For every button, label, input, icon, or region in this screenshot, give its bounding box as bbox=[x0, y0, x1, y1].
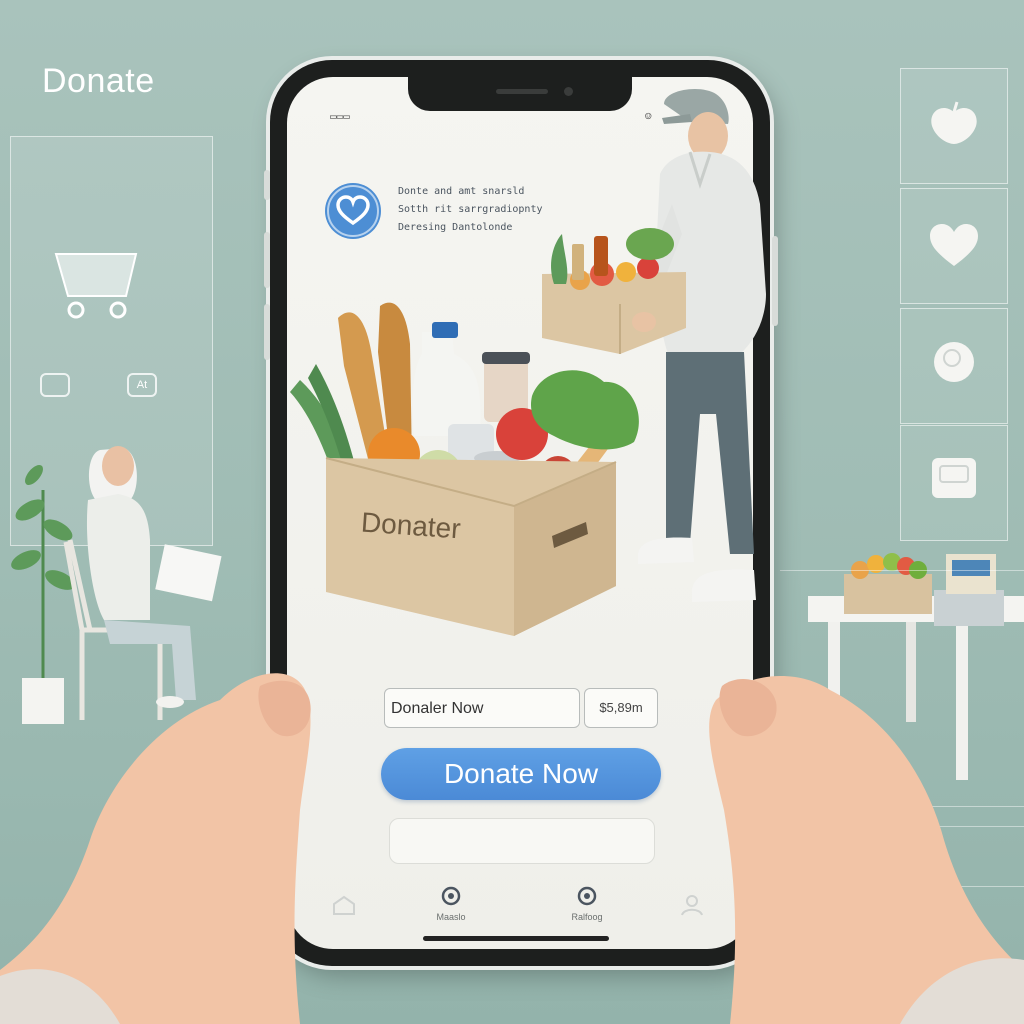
ring-icon[interactable] bbox=[576, 885, 598, 907]
blurb-line-2: Sotth rit sarrgradiopnty bbox=[398, 204, 543, 215]
nav-label-ralfoog[interactable]: Ralfoog bbox=[557, 912, 617, 922]
box-label: Donater bbox=[360, 506, 462, 545]
status-bar-left: ▭▭▭ bbox=[330, 110, 350, 123]
food-box-illustration bbox=[290, 302, 639, 636]
jar-icon bbox=[934, 342, 974, 382]
right-hand-illustration bbox=[709, 676, 1024, 1024]
blurb-line-3: Deresing Dantolonde bbox=[398, 222, 513, 233]
panel-button-left bbox=[40, 373, 70, 397]
phone-side-button bbox=[264, 304, 270, 360]
apple-icon bbox=[931, 101, 977, 144]
left-hand-illustration bbox=[0, 673, 311, 1024]
panel-button-right: At bbox=[127, 373, 157, 397]
heart-badge bbox=[325, 183, 381, 239]
phone-side-button bbox=[772, 236, 778, 326]
ring-icon[interactable] bbox=[440, 885, 462, 907]
phone-side-button bbox=[264, 170, 270, 200]
heart-icon bbox=[327, 185, 379, 237]
home-indicator bbox=[423, 936, 609, 941]
heart-icon bbox=[930, 224, 978, 266]
blurb-line-1: Donte and amt snarsld bbox=[398, 186, 525, 197]
phone-side-button bbox=[264, 232, 270, 288]
background-title: Donate bbox=[42, 62, 155, 100]
cart-icon bbox=[54, 253, 138, 319]
container-icon bbox=[932, 458, 976, 498]
donation-amount-field[interactable]: $5,89m bbox=[584, 688, 658, 728]
nav-label-maaslo[interactable]: Maaslo bbox=[421, 912, 481, 922]
donate-now-button[interactable]: Donate Now bbox=[381, 748, 661, 800]
divider-line bbox=[780, 570, 1024, 571]
home-icon[interactable] bbox=[330, 894, 358, 916]
donation-name-field[interactable]: Donaler Now bbox=[384, 688, 580, 728]
empty-input-field[interactable] bbox=[389, 818, 655, 864]
